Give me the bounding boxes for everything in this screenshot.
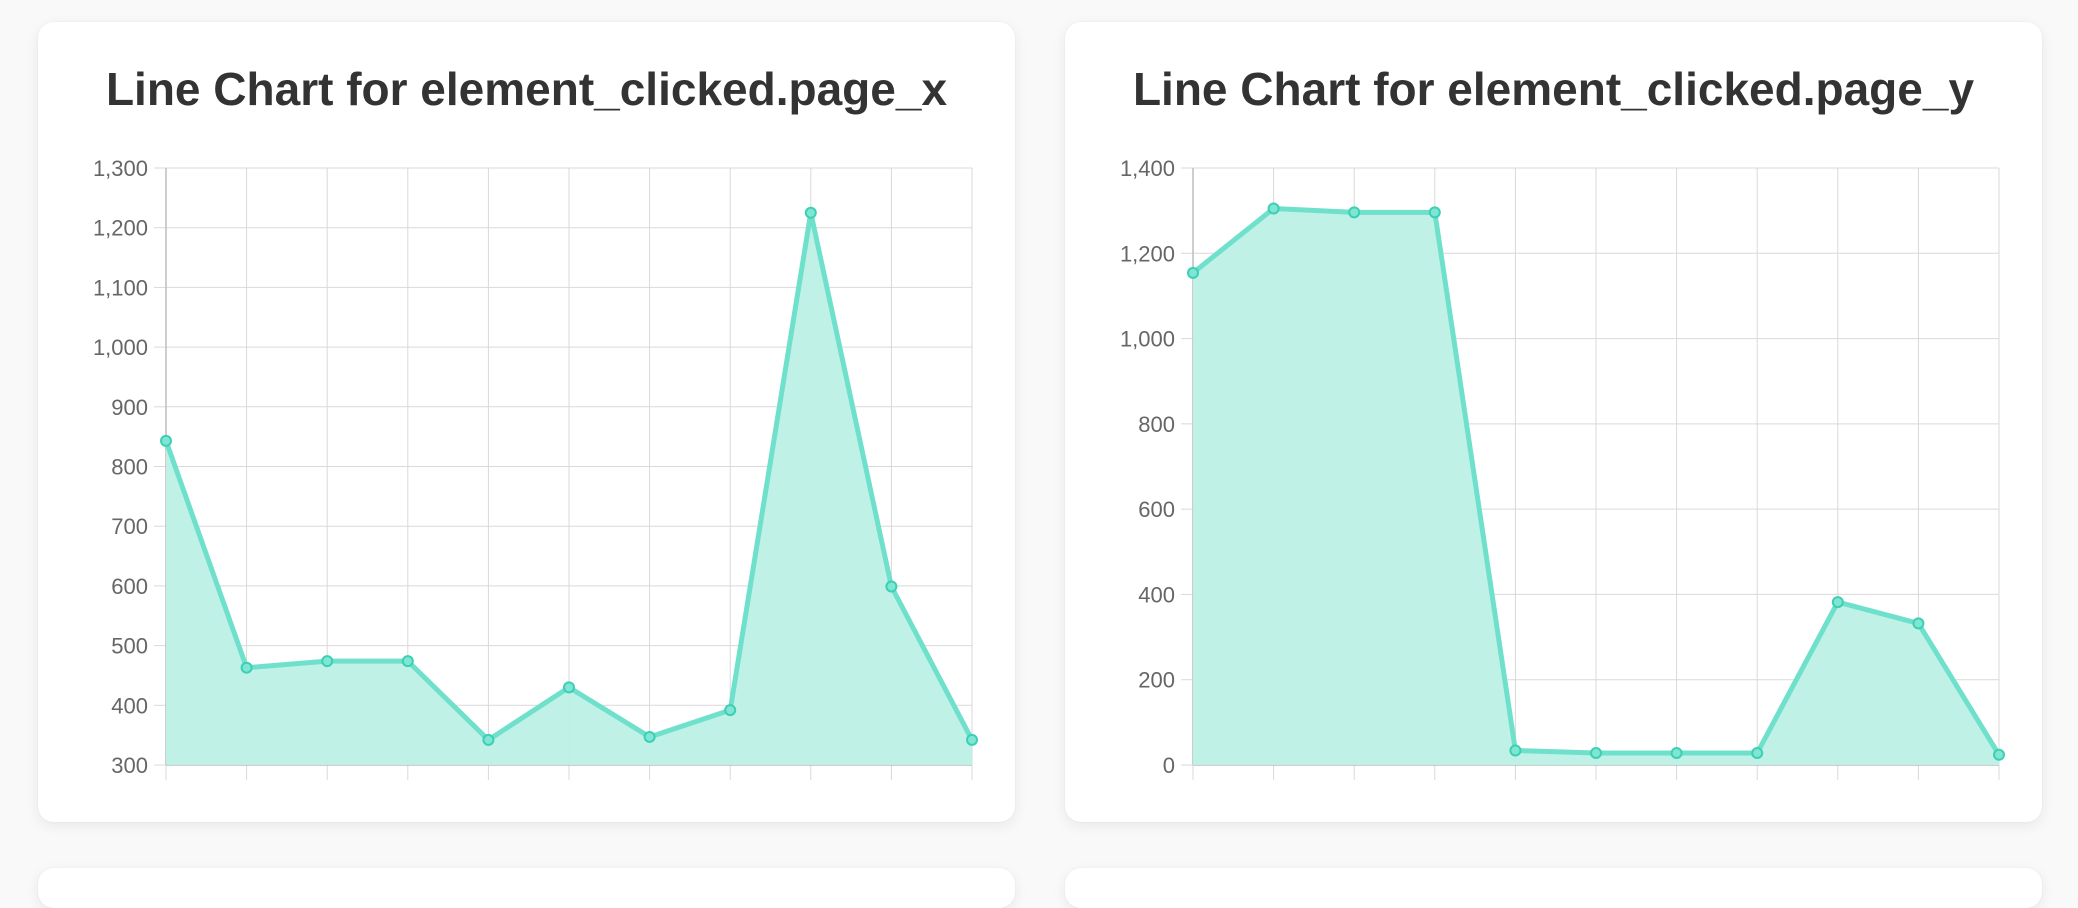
y-tick-label: 600 bbox=[1138, 497, 1175, 522]
chart-card-page-y: Line Chart for element_clicked.page_y 02… bbox=[1065, 22, 2042, 822]
y-tick-label: 500 bbox=[111, 634, 148, 659]
y-tick-label: 800 bbox=[111, 455, 148, 480]
y-tick-label: 1,300 bbox=[93, 156, 148, 181]
y-tick-label: 400 bbox=[1138, 582, 1175, 607]
line-chart-page-x: 300 400 500 600 700 800 900 1,000 1,100 1,200 1,30… bbox=[93, 156, 978, 780]
chart-card-partial bbox=[1065, 868, 2042, 908]
chart-card-partial bbox=[38, 868, 1015, 908]
data-point bbox=[885, 580, 898, 593]
y-tick-label: 1,200 bbox=[93, 216, 148, 241]
data-point bbox=[1912, 617, 1925, 630]
data-point bbox=[482, 733, 495, 746]
data-point bbox=[401, 655, 414, 668]
data-point bbox=[1267, 202, 1280, 215]
data-point bbox=[1187, 266, 1199, 279]
data-point bbox=[1751, 747, 1764, 760]
y-tick-label: 1,200 bbox=[1120, 241, 1175, 266]
data-point bbox=[321, 655, 334, 668]
y-tick-label: 300 bbox=[111, 753, 148, 778]
y-tick-label: 1,000 bbox=[93, 335, 148, 360]
y-tick-label: 400 bbox=[111, 693, 148, 718]
y-tick-label: 1,000 bbox=[1120, 327, 1175, 352]
y-tick-label: 600 bbox=[111, 574, 148, 599]
y-tick-label: 900 bbox=[111, 395, 148, 420]
data-point bbox=[240, 661, 253, 674]
data-point bbox=[1590, 747, 1602, 760]
y-tick-label: 0 bbox=[1163, 753, 1175, 778]
chart-card-page-x: Line Chart for element_clicked.page_x 30… bbox=[38, 22, 1015, 822]
data-point bbox=[724, 704, 737, 717]
y-tick-label: 1,400 bbox=[1120, 156, 1175, 181]
data-point bbox=[966, 733, 978, 746]
data-point bbox=[1348, 206, 1361, 219]
data-point bbox=[804, 206, 817, 219]
data-point bbox=[1509, 744, 1522, 757]
y-tick-label: 700 bbox=[111, 514, 148, 539]
y-tick-label: 1,100 bbox=[93, 275, 148, 300]
line-chart-page-y: 0 200 400 600 800 1,000 1,200 1,400 bbox=[1120, 156, 2005, 780]
data-point bbox=[643, 730, 656, 743]
y-tick-label: 800 bbox=[1138, 412, 1175, 437]
data-point bbox=[1428, 206, 1441, 219]
data-point bbox=[1993, 748, 2005, 761]
data-point bbox=[160, 434, 172, 447]
y-tick-label: 200 bbox=[1138, 668, 1175, 693]
data-point bbox=[563, 681, 575, 694]
data-point bbox=[1670, 747, 1683, 760]
data-point bbox=[1831, 596, 1844, 609]
